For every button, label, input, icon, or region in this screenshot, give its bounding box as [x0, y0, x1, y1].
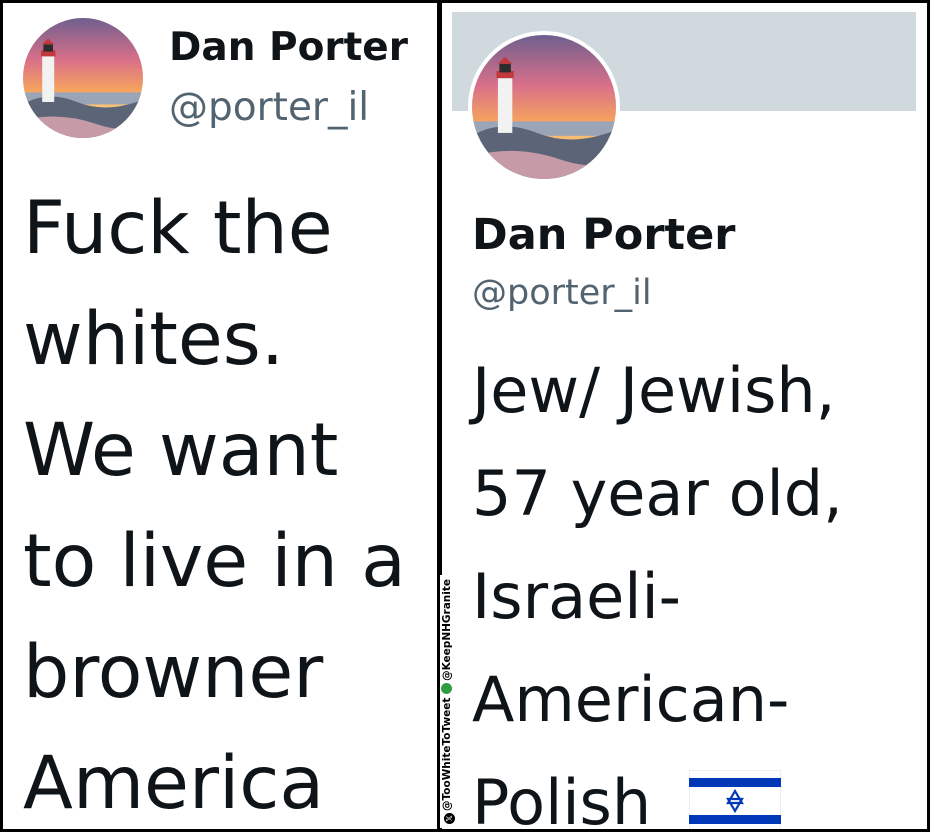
bio-line: 57 year old,	[472, 457, 843, 530]
profile-bio: Jew/ Jewish, 57 year old, Israeli- Ameri…	[472, 339, 843, 829]
bio-line: Polish	[472, 766, 652, 829]
tweet-text-line: to live in a	[23, 519, 406, 604]
author-handle[interactable]: @porter_il	[169, 85, 369, 130]
author-display-name[interactable]: Dan Porter	[169, 25, 408, 70]
israel-flag-icon	[689, 769, 782, 829]
bio-line: Jew/ Jewish,	[472, 354, 836, 427]
lighthouse-sunset-image	[472, 35, 616, 179]
bio-line-last: Polish	[472, 751, 843, 829]
tweet-text-line: browner	[23, 630, 324, 715]
lighthouse-sunset-image	[23, 18, 143, 138]
profile-avatar[interactable]	[468, 31, 620, 183]
screenshot-frame: Dan Porter @porter_il Fuck the whites. W…	[0, 0, 930, 832]
watermark-handle: @TooWhiteToTweet	[441, 697, 453, 811]
profile-panel: Dan Porter @porter_il Jew/ Jewish, 57 ye…	[442, 3, 927, 829]
tweet-text-line: whites.	[23, 297, 285, 382]
watermark-handle: @KeepNHGranite	[441, 579, 453, 681]
tweet-panel: Dan Porter @porter_il Fuck the whites. W…	[3, 3, 437, 829]
x-logo-icon: 𝕏	[444, 813, 455, 824]
tweet-text: Fuck the whites. We want to live in a br…	[23, 173, 406, 829]
granite-logo-icon	[441, 682, 452, 694]
tweet-text-line: America	[23, 741, 325, 826]
author-avatar[interactable]	[23, 18, 143, 138]
tweet-text-line: Fuck the	[23, 186, 333, 271]
profile-display-name[interactable]: Dan Porter	[472, 210, 735, 260]
watermark: 𝕏 @TooWhiteToTweet @KeepNHGranite	[440, 575, 455, 828]
tweet-text-line: We want	[23, 408, 339, 493]
bio-line: American-	[472, 663, 790, 736]
bio-line: Israeli-	[472, 560, 682, 633]
profile-handle[interactable]: @porter_il	[472, 273, 652, 313]
